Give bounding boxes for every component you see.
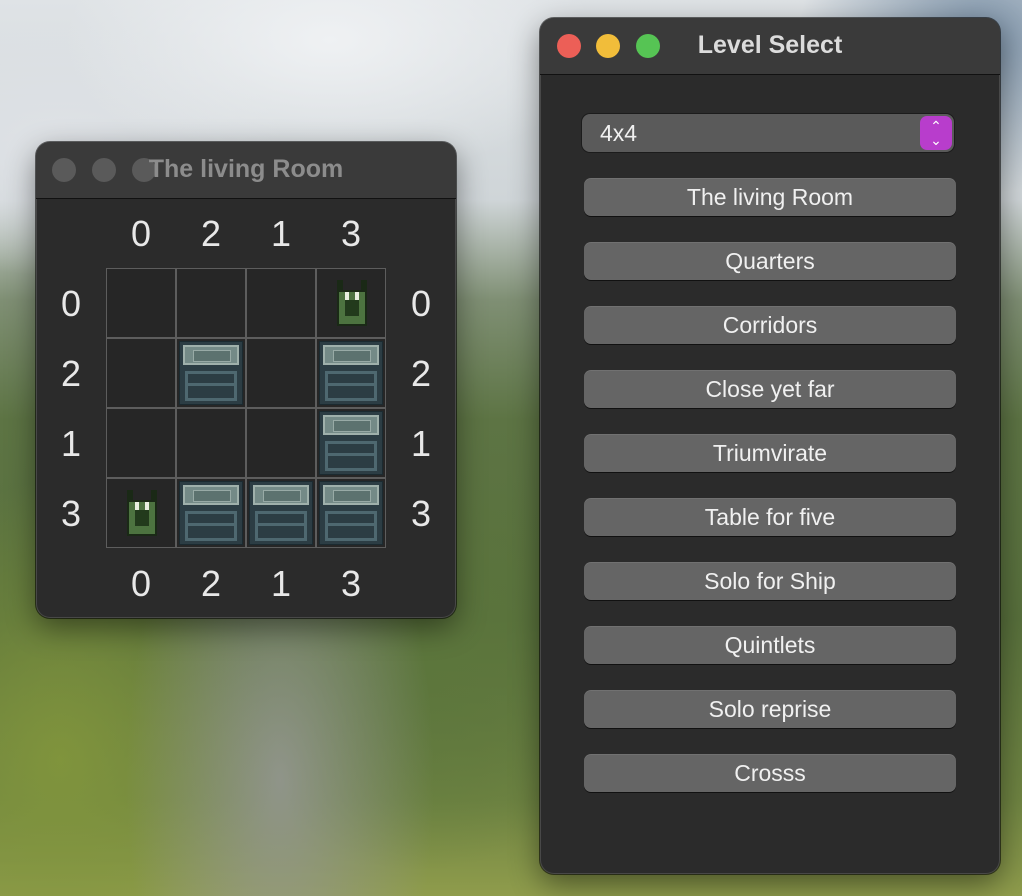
level-button[interactable]: Quarters (584, 242, 956, 280)
level-button[interactable]: Quintlets (584, 626, 956, 664)
right-clue: 3 (410, 493, 432, 534)
top-clue: 0 (130, 213, 152, 254)
grid-cell[interactable] (177, 269, 245, 337)
level-button[interactable]: Close yet far (584, 370, 956, 408)
right-clue: 2 (410, 353, 432, 394)
grid-cell[interactable] (107, 339, 175, 407)
grid-cell[interactable] (317, 339, 385, 407)
top-clue: 1 (270, 213, 292, 254)
left-clue: 0 (60, 283, 82, 324)
right-clue: 0 (410, 283, 432, 324)
level-button[interactable]: The living Room (584, 178, 956, 216)
left-clue: 2 (60, 353, 82, 394)
grid-size-select[interactable]: 4x4 ⌃ ⌄ (582, 114, 954, 152)
bottom-clue: 3 (340, 563, 362, 604)
grid-cell[interactable] (247, 269, 315, 337)
top-clue: 3 (340, 213, 362, 254)
grid-cell[interactable] (107, 269, 175, 337)
grid-cell[interactable] (247, 479, 315, 547)
bottom-clue: 1 (270, 563, 292, 604)
left-clue: 1 (60, 423, 82, 464)
treasure-chest-icon (319, 341, 383, 405)
grid-cell[interactable] (317, 269, 385, 337)
game-titlebar[interactable]: The living Room (36, 142, 456, 199)
treasure-chest-icon (319, 411, 383, 475)
level-button[interactable]: Crosss (584, 754, 956, 792)
treasure-chest-icon (179, 341, 243, 405)
level-select-title: Level Select (697, 31, 843, 59)
level-select-window: Level Select 4x4 ⌃ ⌄ The living Room Quar… (540, 18, 1000, 874)
left-clue: 3 (60, 493, 82, 534)
level-button[interactable]: Solo for Ship (584, 562, 956, 600)
treasure-chest-icon (319, 481, 383, 545)
grid-cell[interactable] (247, 339, 315, 407)
puzzle-grid (106, 268, 386, 548)
level-button[interactable]: Solo reprise (584, 690, 956, 728)
grid-cell[interactable] (317, 479, 385, 547)
monster-icon (333, 280, 371, 326)
level-button[interactable]: Table for five (584, 498, 956, 536)
game-window: The living Room 0 2 1 3 0 2 1 3 0 2 1 3 … (36, 142, 456, 618)
bottom-clue: 2 (200, 563, 222, 604)
treasure-chest-icon (179, 481, 243, 545)
treasure-chest-icon (249, 481, 313, 545)
bottom-clue: 0 (130, 563, 152, 604)
level-button[interactable]: Triumvirate (584, 434, 956, 472)
monster-icon (123, 490, 161, 536)
grid-size-value: 4x4 (600, 120, 638, 146)
up-down-chevron-icon: ⌃ ⌄ (920, 116, 952, 150)
grid-cell[interactable] (107, 409, 175, 477)
grid-cell[interactable] (107, 479, 175, 547)
grid-cell[interactable] (317, 409, 385, 477)
right-clue: 1 (410, 423, 432, 464)
grid-cell[interactable] (177, 339, 245, 407)
top-clue: 2 (200, 213, 222, 254)
grid-cell[interactable] (247, 409, 315, 477)
level-select-titlebar[interactable]: Level Select (540, 18, 1000, 75)
level-button[interactable]: Corridors (584, 306, 956, 344)
grid-cell[interactable] (177, 409, 245, 477)
grid-cell[interactable] (177, 479, 245, 547)
game-window-title: The living Room (148, 155, 344, 183)
